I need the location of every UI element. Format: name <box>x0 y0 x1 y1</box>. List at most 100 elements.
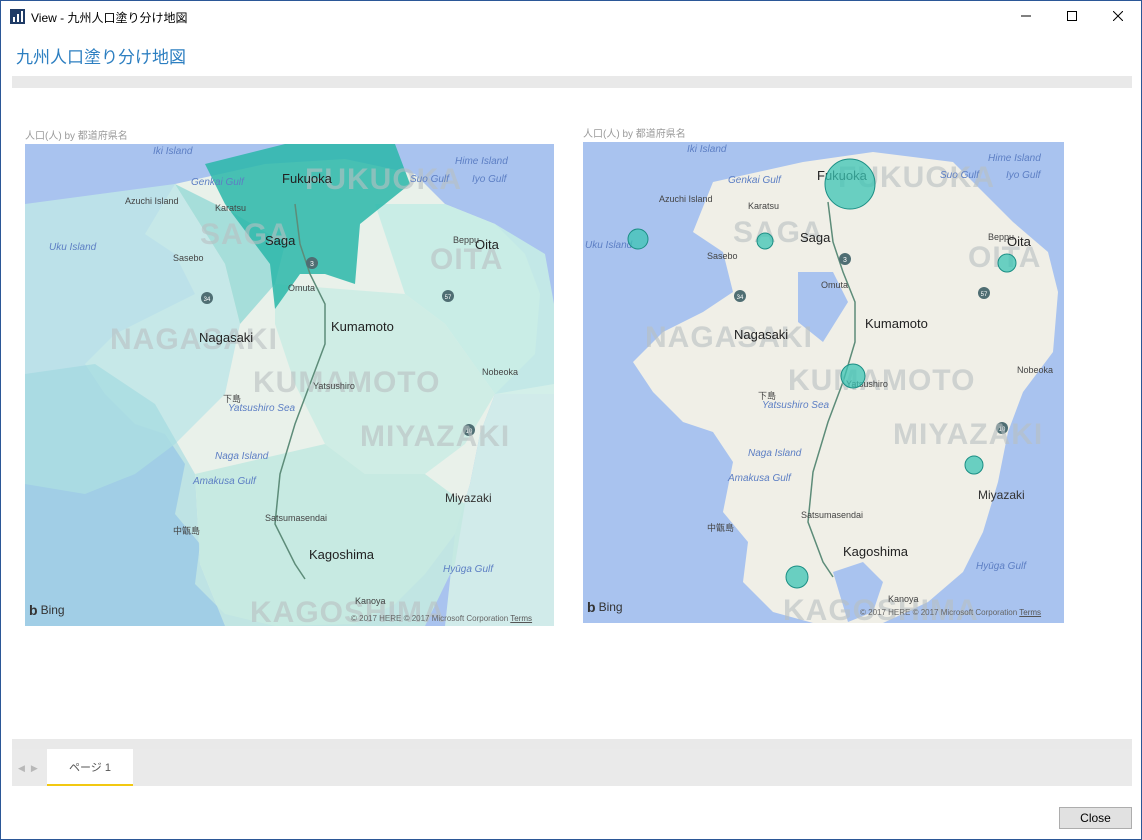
svg-text:34: 34 <box>737 295 744 301</box>
title-bar: View - 九州人口塗り分け地図 <box>1 1 1141 31</box>
bubble-map-visual[interactable]: 人口(人) by 都道府県名 3 34 57 10 FUKUOKA SAGA O… <box>583 125 1064 623</box>
island-label-uku: Uku Island <box>585 240 633 251</box>
maximize-button[interactable] <box>1049 1 1095 31</box>
town-label-sasebo: Sasebo <box>707 251 738 261</box>
city-label-nagasaki: Nagasaki <box>734 327 788 342</box>
island-label-azuchi: Azuchi Island <box>125 196 179 206</box>
power-bi-app-icon <box>10 9 25 24</box>
town-label-sasebo: Sasebo <box>173 253 204 263</box>
route-shield-57: 57 <box>442 290 454 302</box>
bubble-miyazaki <box>964 455 984 475</box>
route-shield-34: 34 <box>201 292 213 304</box>
bing-logo: b Bing <box>587 599 623 615</box>
town-label-kanoya: Kanoya <box>355 596 386 606</box>
city-label-nagasaki: Nagasaki <box>199 330 253 345</box>
route-shield-34: 34 <box>734 290 746 302</box>
route-shield-3: 3 <box>839 253 851 265</box>
page-nav-arrows[interactable]: ◀▶ <box>18 763 44 774</box>
water-label-naga: Naga Island <box>748 448 802 459</box>
water-label-yatsushiro: Yatsushiro Sea <box>228 403 296 414</box>
bubble-nagasaki <box>627 228 649 250</box>
minimize-icon <box>1021 15 1031 17</box>
route-shield-57: 57 <box>978 287 990 299</box>
town-label-karatsu: Karatsu <box>748 201 779 211</box>
page-tab-1[interactable]: ページ 1 <box>47 749 133 786</box>
town-label-beppu: Beppu <box>453 235 479 245</box>
minimize-button[interactable] <box>1003 1 1049 31</box>
town-label-satsumasendai: Satsumasendai <box>801 510 863 520</box>
water-label-iyo: Iyo Gulf <box>472 174 508 185</box>
water-label-genkai: Genkai Gulf <box>191 177 245 188</box>
viewer-window: View - 九州人口塗り分け地図 九州人口塗り分け地図 人口(人) by 都道… <box>0 0 1142 840</box>
bubble-map[interactable]: 3 34 57 10 FUKUOKA SAGA OITA NAGASAKI KU… <box>583 142 1064 623</box>
filled-map-visual[interactable]: 人口(人) by 都道府県名 3 34 57 10 FUKUOKA SAGA O… <box>25 127 554 627</box>
town-label-nobeoka: Nobeoka <box>1017 365 1053 375</box>
region-label-miyazaki: MIYAZAKI <box>893 418 1043 451</box>
terms-link[interactable]: Terms <box>1019 608 1041 617</box>
map-attribution: © 2017 HERE © 2017 Microsoft Corporation… <box>860 608 1042 617</box>
svg-text:3: 3 <box>310 261 314 268</box>
water-label-hime: Hime Island <box>988 153 1041 164</box>
svg-text:57: 57 <box>981 292 988 298</box>
close-window-button[interactable] <box>1095 1 1141 31</box>
water-label-genkai: Genkai Gulf <box>728 175 782 186</box>
bing-logo: b Bing <box>29 602 65 618</box>
water-label-yatsushiro: Yatsushiro Sea <box>762 400 830 411</box>
close-button[interactable]: Close <box>1059 807 1132 829</box>
island-label-azuchi: Azuchi Island <box>659 194 713 204</box>
town-label-kanoya: Kanoya <box>888 594 919 604</box>
svg-text:57: 57 <box>445 295 452 301</box>
town-label-karatsu: Karatsu <box>215 203 246 213</box>
city-label-saga: Saga <box>800 230 831 245</box>
bubble-saga <box>756 232 774 250</box>
report-title: 九州人口塗り分け地図 <box>16 48 186 67</box>
bubble-map-canvas: 3 34 57 10 FUKUOKA SAGA OITA NAGASAKI KU… <box>585 144 1058 623</box>
svg-text:34: 34 <box>204 297 211 303</box>
window-title: View - 九州人口塗り分け地図 <box>31 11 188 25</box>
water-label-amakusa: Amakusa Gulf <box>192 476 257 487</box>
water-label-suo: Suo Gulf <box>410 174 450 185</box>
city-label-fukuoka: Fukuoka <box>282 171 333 186</box>
maximize-icon <box>1067 11 1077 21</box>
water-label-naga: Naga Island <box>215 451 269 462</box>
water-label-hime: Hime Island <box>455 156 508 167</box>
route-shield-3: 3 <box>306 257 318 269</box>
visual-title: 人口(人) by 都道府県名 <box>25 131 128 142</box>
city-label-miyazaki: Miyazaki <box>445 491 492 505</box>
water-label-amakusa: Amakusa Gulf <box>727 473 792 484</box>
water-label-suo: Suo Gulf <box>940 170 980 181</box>
bubble-oita <box>997 253 1017 273</box>
water-label-hyuga: Hyūga Gulf <box>976 561 1027 572</box>
city-label-kumamoto: Kumamoto <box>865 316 928 331</box>
water-label-iyo: Iyo Gulf <box>1006 170 1042 181</box>
town-label-nobeoka: Nobeoka <box>482 367 518 377</box>
city-label-kumamoto: Kumamoto <box>331 319 394 334</box>
island-label-iki: Iki Island <box>153 146 193 157</box>
visual-title: 人口(人) by 都道府県名 <box>583 129 686 140</box>
bing-b-icon: b <box>587 599 596 615</box>
next-page-icon[interactable]: ▶ <box>31 763 44 773</box>
filled-map[interactable]: 3 34 57 10 FUKUOKA SAGA OITA NAGASAKI KU… <box>25 144 554 626</box>
town-label-omuta: Omuta <box>821 280 848 290</box>
island-label-nakakoshiki: 中甑島 <box>707 522 734 533</box>
town-label-omuta: Omuta <box>288 283 315 293</box>
island-label-uku: Uku Island <box>49 242 97 253</box>
page-tab-band <box>12 739 1132 749</box>
town-label-beppu: Beppu <box>988 232 1014 242</box>
prev-page-icon[interactable]: ◀ <box>18 763 31 773</box>
page-tab-bar: ◀▶ ページ 1 <box>12 749 1132 786</box>
city-label-kagoshima: Kagoshima <box>843 544 909 559</box>
town-label-yatsushiro: Yatsushiro <box>313 381 355 391</box>
island-label-nakakoshiki: 中甑島 <box>173 525 200 536</box>
region-label-miyazaki: MIYAZAKI <box>360 420 510 453</box>
city-label-miyazaki: Miyazaki <box>978 488 1025 502</box>
island-label-iki: Iki Island <box>687 144 727 155</box>
city-label-kagoshima: Kagoshima <box>309 547 375 562</box>
bubble-kagoshima <box>785 565 809 589</box>
close-icon <box>1113 11 1123 21</box>
filled-map-canvas: 3 34 57 10 FUKUOKA SAGA OITA NAGASAKI KU… <box>25 144 554 626</box>
town-label-satsumasendai: Satsumasendai <box>265 513 327 523</box>
svg-text:3: 3 <box>843 257 847 264</box>
city-label-saga: Saga <box>265 233 296 248</box>
terms-link[interactable]: Terms <box>510 614 532 623</box>
